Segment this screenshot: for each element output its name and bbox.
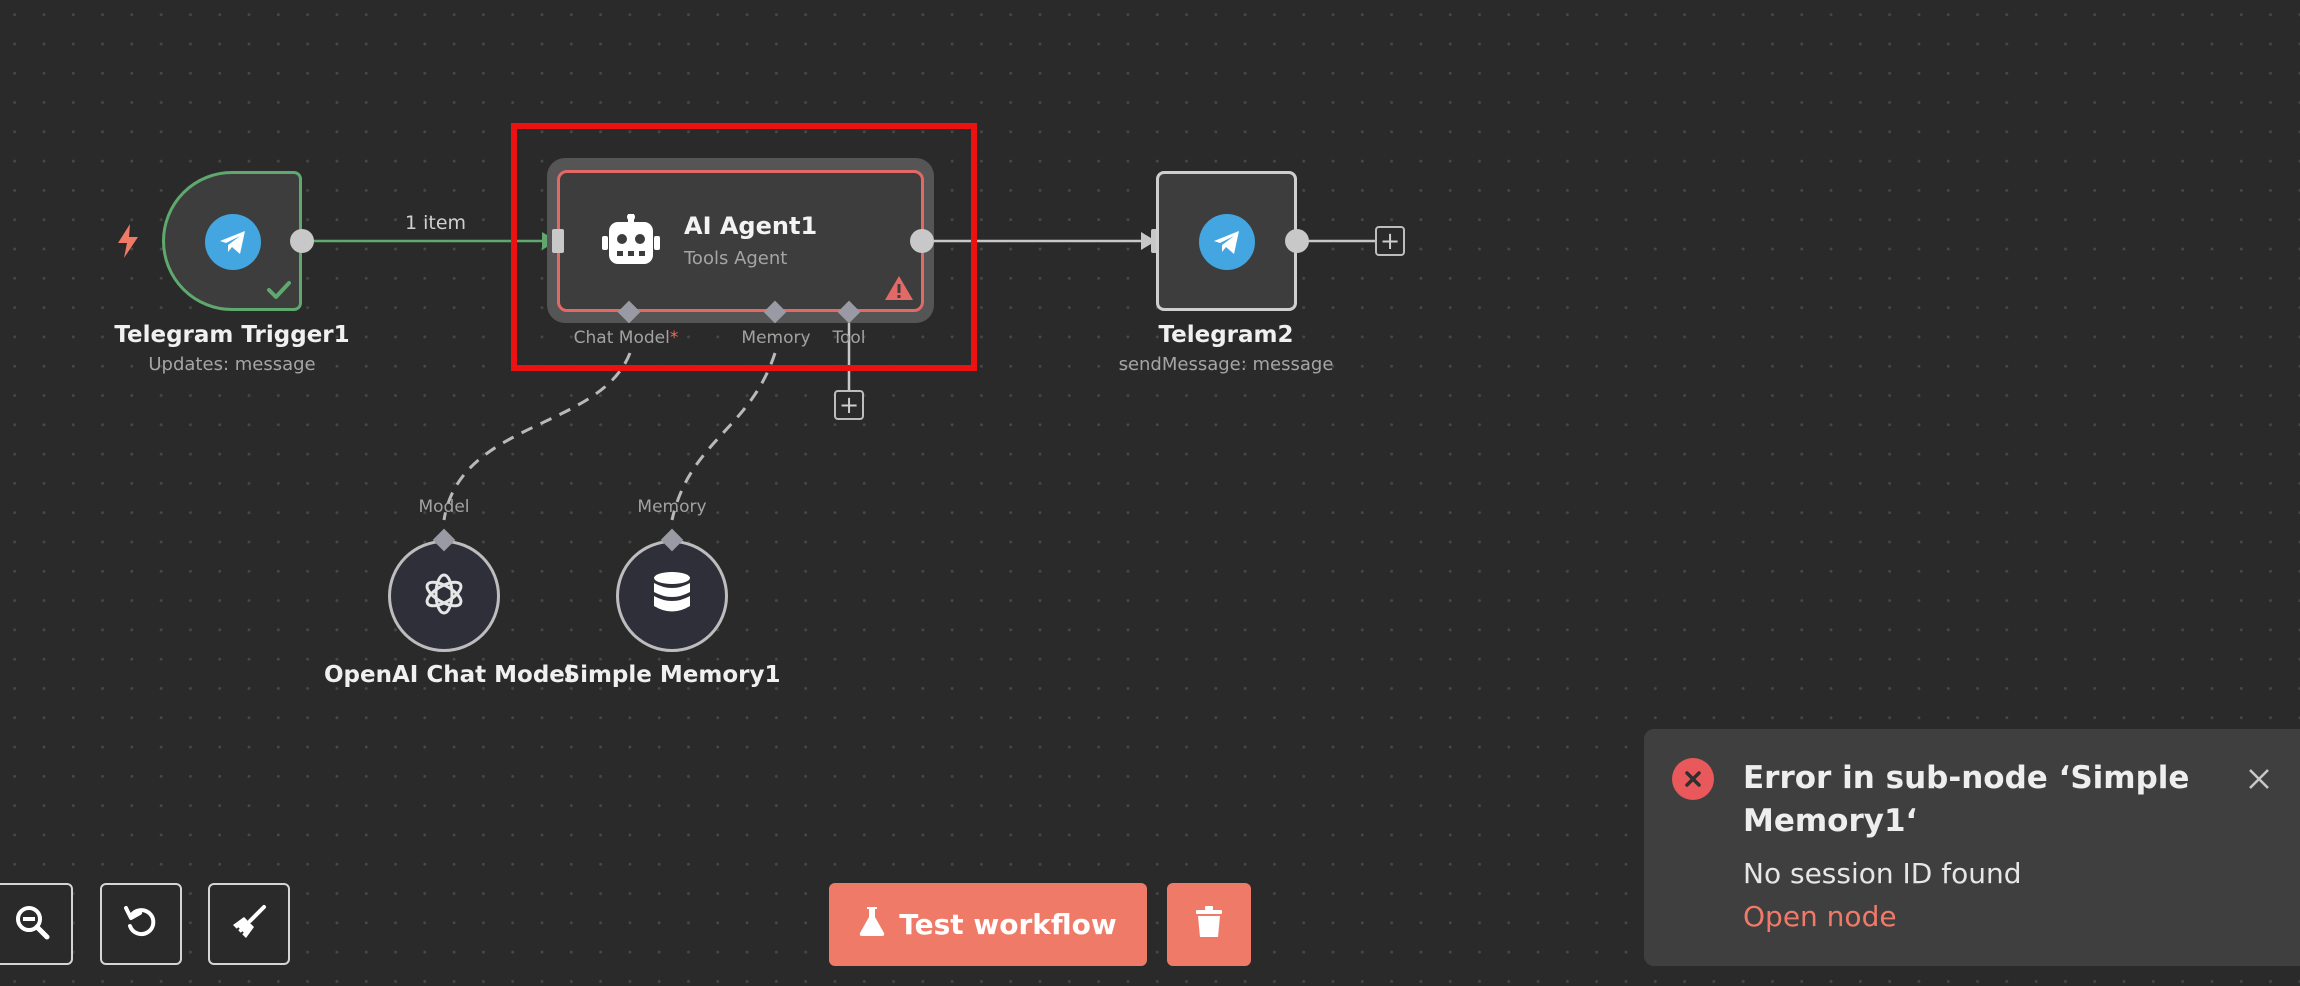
openai-chat-model-node[interactable] [388,540,500,652]
node-title: Telegram2 [1158,322,1294,348]
telegram2-node[interactable] [1156,171,1297,311]
test-workflow-label: Test workflow [899,908,1117,941]
memory-input-port-label: Memory [637,497,707,517]
openai-node-label: OpenAI Chat Model [324,662,573,688]
node-title: OpenAI Chat Model [324,662,573,688]
trigger-node-label: Telegram Trigger1 Updates: message [112,322,352,375]
broom-icon [230,903,268,946]
lightning-icon [116,224,140,263]
zoom-out-button[interactable] [0,883,73,965]
reset-zoom-button[interactable] [100,883,182,965]
error-x-icon [1672,758,1714,800]
undo-icon [123,904,159,945]
tidy-up-button[interactable] [208,883,290,965]
edge-item-count: 1 item [405,212,467,234]
node-title: Telegram Trigger1 [114,322,350,348]
selection-highlight [511,123,977,371]
trigger-output-port[interactable] [290,229,314,253]
database-icon [652,571,692,622]
edge-chat-model-to-openai[interactable] [442,352,632,521]
model-port-label: Model [418,497,470,517]
toast-title: Error in sub-node ‘Simple Memory1‘ [1743,760,2190,839]
simple-memory-node[interactable] [616,540,728,652]
telegram2-output-port[interactable] [1285,229,1309,253]
edge-memory-to-simple-memory[interactable] [670,352,777,521]
telegram2-node-label: Telegram2 sendMessage: message [1076,322,1376,375]
telegram-icon [205,214,261,270]
test-workflow-button[interactable]: Test workflow [829,883,1147,966]
toast-message: No session ID found [1743,857,2022,890]
flask-icon [859,905,885,944]
node-subtitle: Updates: message [148,354,316,375]
memory-node-label: Simple Memory1 [552,662,792,688]
delete-execution-button[interactable] [1167,883,1251,966]
node-subtitle: sendMessage: message [1118,354,1334,375]
add-node-button[interactable]: + [1375,226,1405,256]
zoom-out-icon [14,904,50,945]
node-title: Simple Memory1 [563,662,781,688]
telegram-icon [1199,214,1255,270]
add-tool-button[interactable]: + [834,390,864,420]
open-node-link[interactable]: Open node [1743,900,1897,933]
telegram-trigger-node[interactable] [162,171,302,311]
close-icon[interactable] [2242,762,2276,796]
check-icon [267,280,291,305]
openai-icon [420,570,468,623]
trash-icon [1195,906,1223,943]
